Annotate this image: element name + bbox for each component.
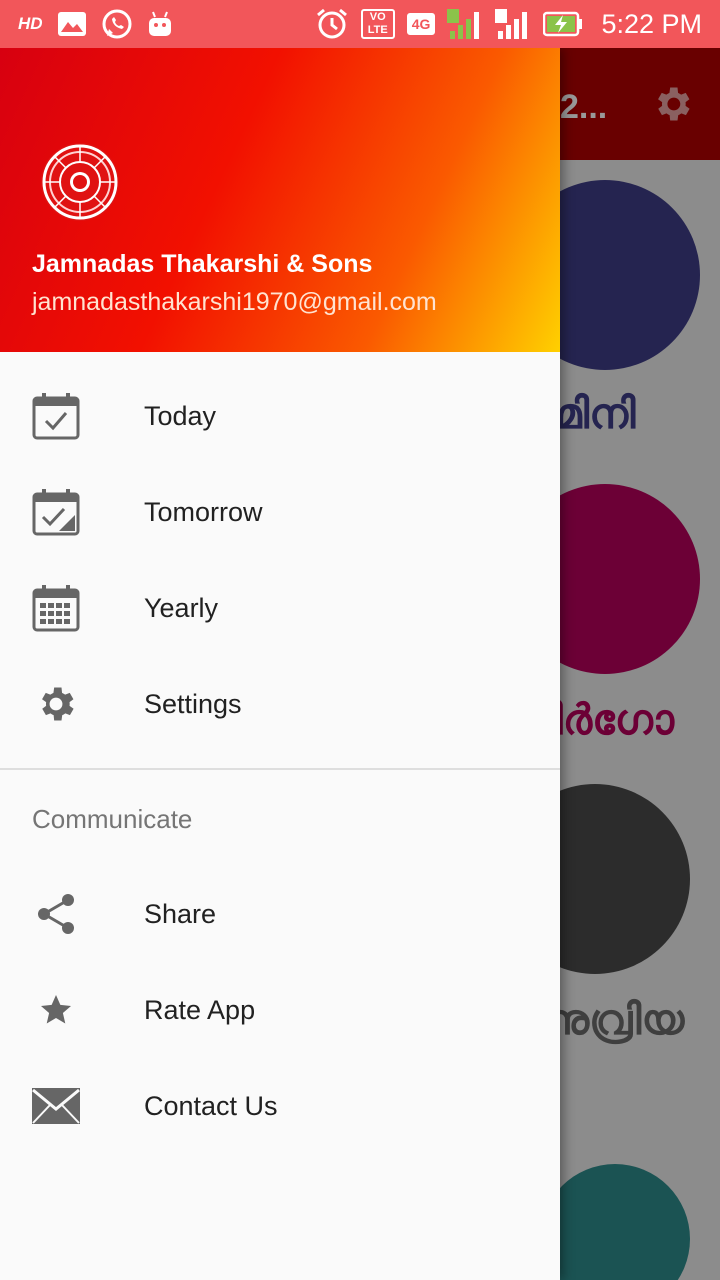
account-email: jamnadasthakarshi1970@gmail.com (32, 288, 437, 316)
calendar-grid-icon (30, 582, 82, 634)
menu-item-settings[interactable]: Settings (0, 656, 560, 752)
menu-label-share: Share (144, 898, 217, 929)
navigation-drawer: Jamnadas Thakarshi & Sons jamnadasthakar… (0, 48, 560, 1280)
gear-icon (30, 678, 82, 730)
battery-charging-icon (543, 11, 583, 37)
section-title-communicate: Communicate (32, 804, 193, 834)
menu-item-yearly[interactable]: Yearly (0, 560, 560, 656)
menu-label-contact-us: Contact Us (144, 1090, 278, 1121)
menu-item-today[interactable]: Today (0, 368, 560, 464)
menu-label-tomorrow: Tomorrow (144, 496, 263, 527)
gallery-icon (57, 11, 87, 37)
mail-icon (30, 1080, 82, 1132)
clock-time: 5:22 PM (601, 8, 702, 39)
menu-label-today: Today (144, 400, 217, 431)
calendar-check-icon (30, 390, 82, 442)
menu-item-rate-app[interactable]: Rate App (0, 962, 560, 1058)
4g-icon: 4G (406, 13, 436, 35)
calendar-tomorrow-icon (30, 486, 82, 538)
volte-icon: VO LTE (360, 9, 395, 39)
menu-label-rate-app: Rate App (144, 994, 256, 1025)
menu-item-tomorrow[interactable]: Tomorrow (0, 464, 560, 560)
signal-sim1-icon (447, 7, 483, 41)
share-icon (30, 888, 82, 940)
drawer-divider (0, 768, 560, 770)
android-icon (147, 10, 173, 38)
menu-item-contact-us[interactable]: Contact Us (0, 1058, 560, 1154)
status-bar: HD VO LTE 4G 5:22 PM (0, 0, 720, 48)
menu-item-share[interactable]: Share (0, 866, 560, 962)
menu-label-yearly: Yearly (144, 592, 219, 623)
alarm-icon (315, 7, 349, 41)
hd-icon: HD (18, 14, 43, 33)
star-icon (30, 984, 82, 1036)
whatsapp-icon (101, 8, 133, 40)
signal-sim2-icon (495, 7, 531, 41)
drawer-header: Jamnadas Thakarshi & Sons jamnadasthakar… (0, 48, 560, 352)
zodiac-wheel-logo-icon (40, 142, 120, 222)
account-name: Jamnadas Thakarshi & Sons (32, 250, 373, 278)
menu-label-settings: Settings (144, 688, 242, 719)
